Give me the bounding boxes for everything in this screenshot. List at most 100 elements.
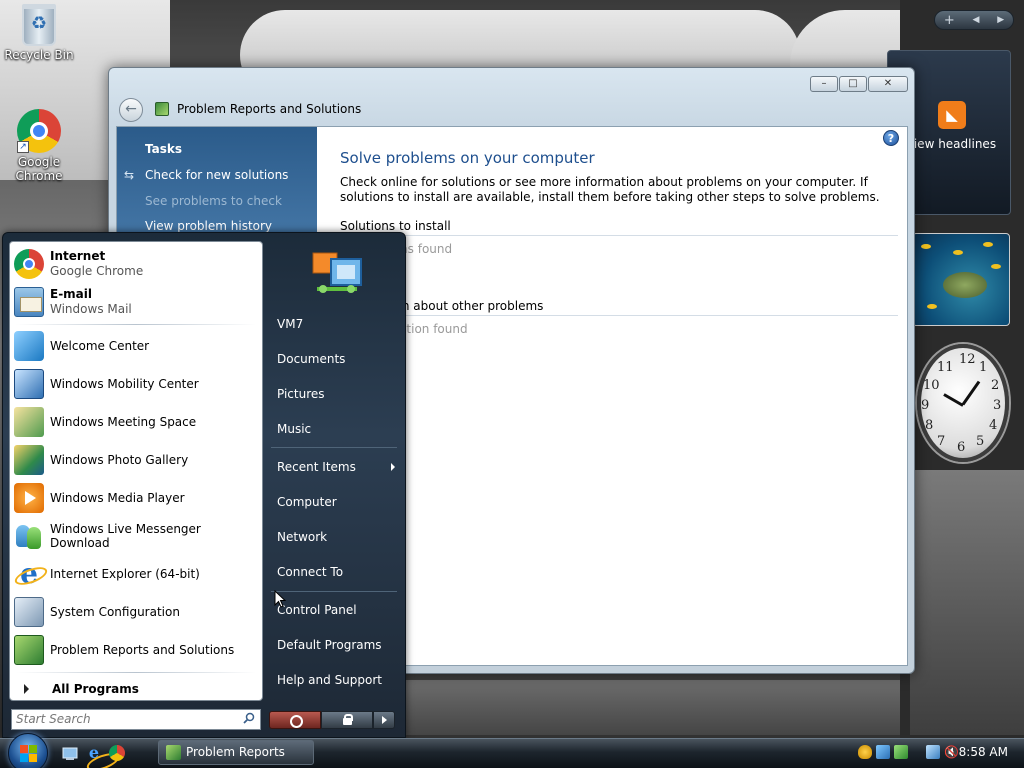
pinned-email[interactable]: E-mail Windows Mail [14,284,258,320]
chevron-right-icon [391,463,395,471]
welcome-center-icon [14,331,44,361]
program-windows-photo-gallery[interactable]: Windows Photo Gallery [14,442,258,478]
program-system-configuration[interactable]: System Configuration [14,594,258,630]
turtle-image [943,272,987,298]
task-label: Check for new solutions [145,168,289,182]
desktop-icon-recycle-bin[interactable]: Recycle Bin [0,4,78,62]
clock-number: 1 [979,360,988,375]
power-button[interactable] [269,711,321,729]
program-name: E-mail [50,287,93,301]
start-link-network[interactable]: Network [277,522,401,552]
program-problem-reports-and-solutions[interactable]: Problem Reports and Solutions [14,632,258,668]
clock-face: 12 1 2 3 4 5 6 7 8 9 10 11 [917,344,1009,462]
network-icon[interactable] [926,745,940,759]
program-name: Internet Explorer (64-bit) [50,567,200,581]
program-name: Internet [50,249,106,263]
separator [16,324,256,325]
close-button[interactable]: ✕ [868,76,908,92]
desktop-icon-label: Google Chrome [15,155,63,183]
task-see-problems-to-check[interactable]: See problems to check [145,194,282,208]
clock-number: 5 [976,434,985,449]
wallpaper-lower [405,680,905,735]
messenger-icon [14,521,44,551]
photo-gallery-icon [14,445,44,475]
internet-explorer-icon[interactable]: e [86,745,102,761]
pinned-internet[interactable]: Internet Google Chrome [14,246,258,282]
maximize-button[interactable]: □ [839,76,867,92]
check-solutions-icon: ⇆ [124,168,135,182]
all-programs-button[interactable]: All Programs [14,680,258,698]
slideshow-gadget[interactable] [912,233,1010,326]
next-icon[interactable]: ▶ [997,15,1004,25]
program-name: Problem Reports and Solutions [50,643,235,657]
shutdown-options-button[interactable] [373,711,395,729]
desktop-icon-google-chrome[interactable]: ↗ Google Chrome [0,109,78,183]
sidebar-lower [910,470,1024,735]
program-windows-mobility-center[interactable]: Windows Mobility Center [14,366,258,402]
program-windows-live-messenger-download[interactable]: Windows Live Messenger Download [14,518,258,554]
all-programs-label: All Programs [52,682,139,696]
program-windows-media-player[interactable]: Windows Media Player [14,480,258,516]
back-button[interactable]: ← [119,98,143,122]
clock-number: 12 [959,352,976,367]
fish-image [927,304,937,309]
search-placeholder: Start Search [16,712,91,726]
network-status-icon[interactable] [894,745,908,759]
problem-reports-icon [166,745,181,760]
start-link-music[interactable]: Music [277,414,401,444]
rss-feed-icon: ◣ [938,101,966,129]
separator [271,591,397,592]
start-button[interactable] [8,733,48,768]
chrome-icon[interactable] [109,745,125,761]
program-subtitle: Windows Mail [50,302,132,316]
volume-muted-icon[interactable]: 🔇 [944,745,959,759]
start-link-pictures[interactable]: Pictures [277,379,401,409]
start-link-recent-items[interactable]: Recent Items [277,452,401,482]
task-label: See problems to check [145,194,282,208]
program-windows-meeting-space[interactable]: Windows Meeting Space [14,404,258,440]
taskbar-clock[interactable]: 8:58 AM [959,745,1008,759]
previous-icon[interactable]: ◀ [973,15,980,25]
separator [271,447,397,448]
security-shield-icon[interactable] [858,745,872,759]
start-link-connect-to[interactable]: Connect To [277,557,401,587]
clock-gadget[interactable]: 12 1 2 3 4 5 6 7 8 9 10 11 [913,340,1013,465]
task-view-problem-history[interactable]: View problem history [145,219,272,233]
section-heading-solutions: Solutions to install [340,219,898,236]
start-link-default-programs[interactable]: Default Programs [277,630,401,660]
start-link-control-panel[interactable]: Control Panel [277,595,401,625]
chrome-icon [14,249,44,279]
program-welcome-center[interactable]: Welcome Center [14,328,258,364]
taskbar-button-problem-reports[interactable]: Problem Reports an... [158,740,314,765]
program-name: Windows Media Player [50,491,185,505]
lock-button[interactable] [321,711,373,729]
window-controls: – □ ✕ [810,76,908,92]
page-description: Check online for solutions or see more i… [340,175,880,204]
mobility-center-icon [14,369,44,399]
clock-number: 10 [923,378,940,393]
start-search-input[interactable]: Start Search [11,709,261,730]
add-gadget-icon[interactable]: + [944,13,955,28]
program-name: Windows Meeting Space [50,415,197,429]
start-link-computer[interactable]: Computer [277,487,401,517]
clock-number: 11 [937,360,954,375]
program-name: Windows Live Messenger Download [50,522,201,550]
tasks-title: Tasks [145,142,183,156]
search-icon[interactable] [243,712,255,724]
power-controls [269,711,397,729]
start-link-vm7[interactable]: VM7 [277,309,401,339]
program-name: System Configuration [50,605,180,619]
start-link-documents[interactable]: Documents [277,344,401,374]
help-icon[interactable]: ? [883,130,899,146]
media-player-icon [14,483,44,513]
desktop-icon-label: Recycle Bin [4,48,74,62]
program-internet-explorer[interactable]: e Internet Explorer (64-bit) [14,556,258,592]
start-link-help-and-support[interactable]: Help and Support [277,665,401,695]
task-check-for-new-solutions[interactable]: ⇆ Check for new solutions [124,168,289,182]
minimize-button[interactable]: – [810,76,838,92]
back-arrow-icon: ← [125,101,137,117]
window-title: Problem Reports and Solutions [177,102,362,116]
show-desktop-icon[interactable] [62,745,78,761]
windows-update-icon[interactable] [876,745,890,759]
internet-explorer-icon: e [14,559,44,589]
